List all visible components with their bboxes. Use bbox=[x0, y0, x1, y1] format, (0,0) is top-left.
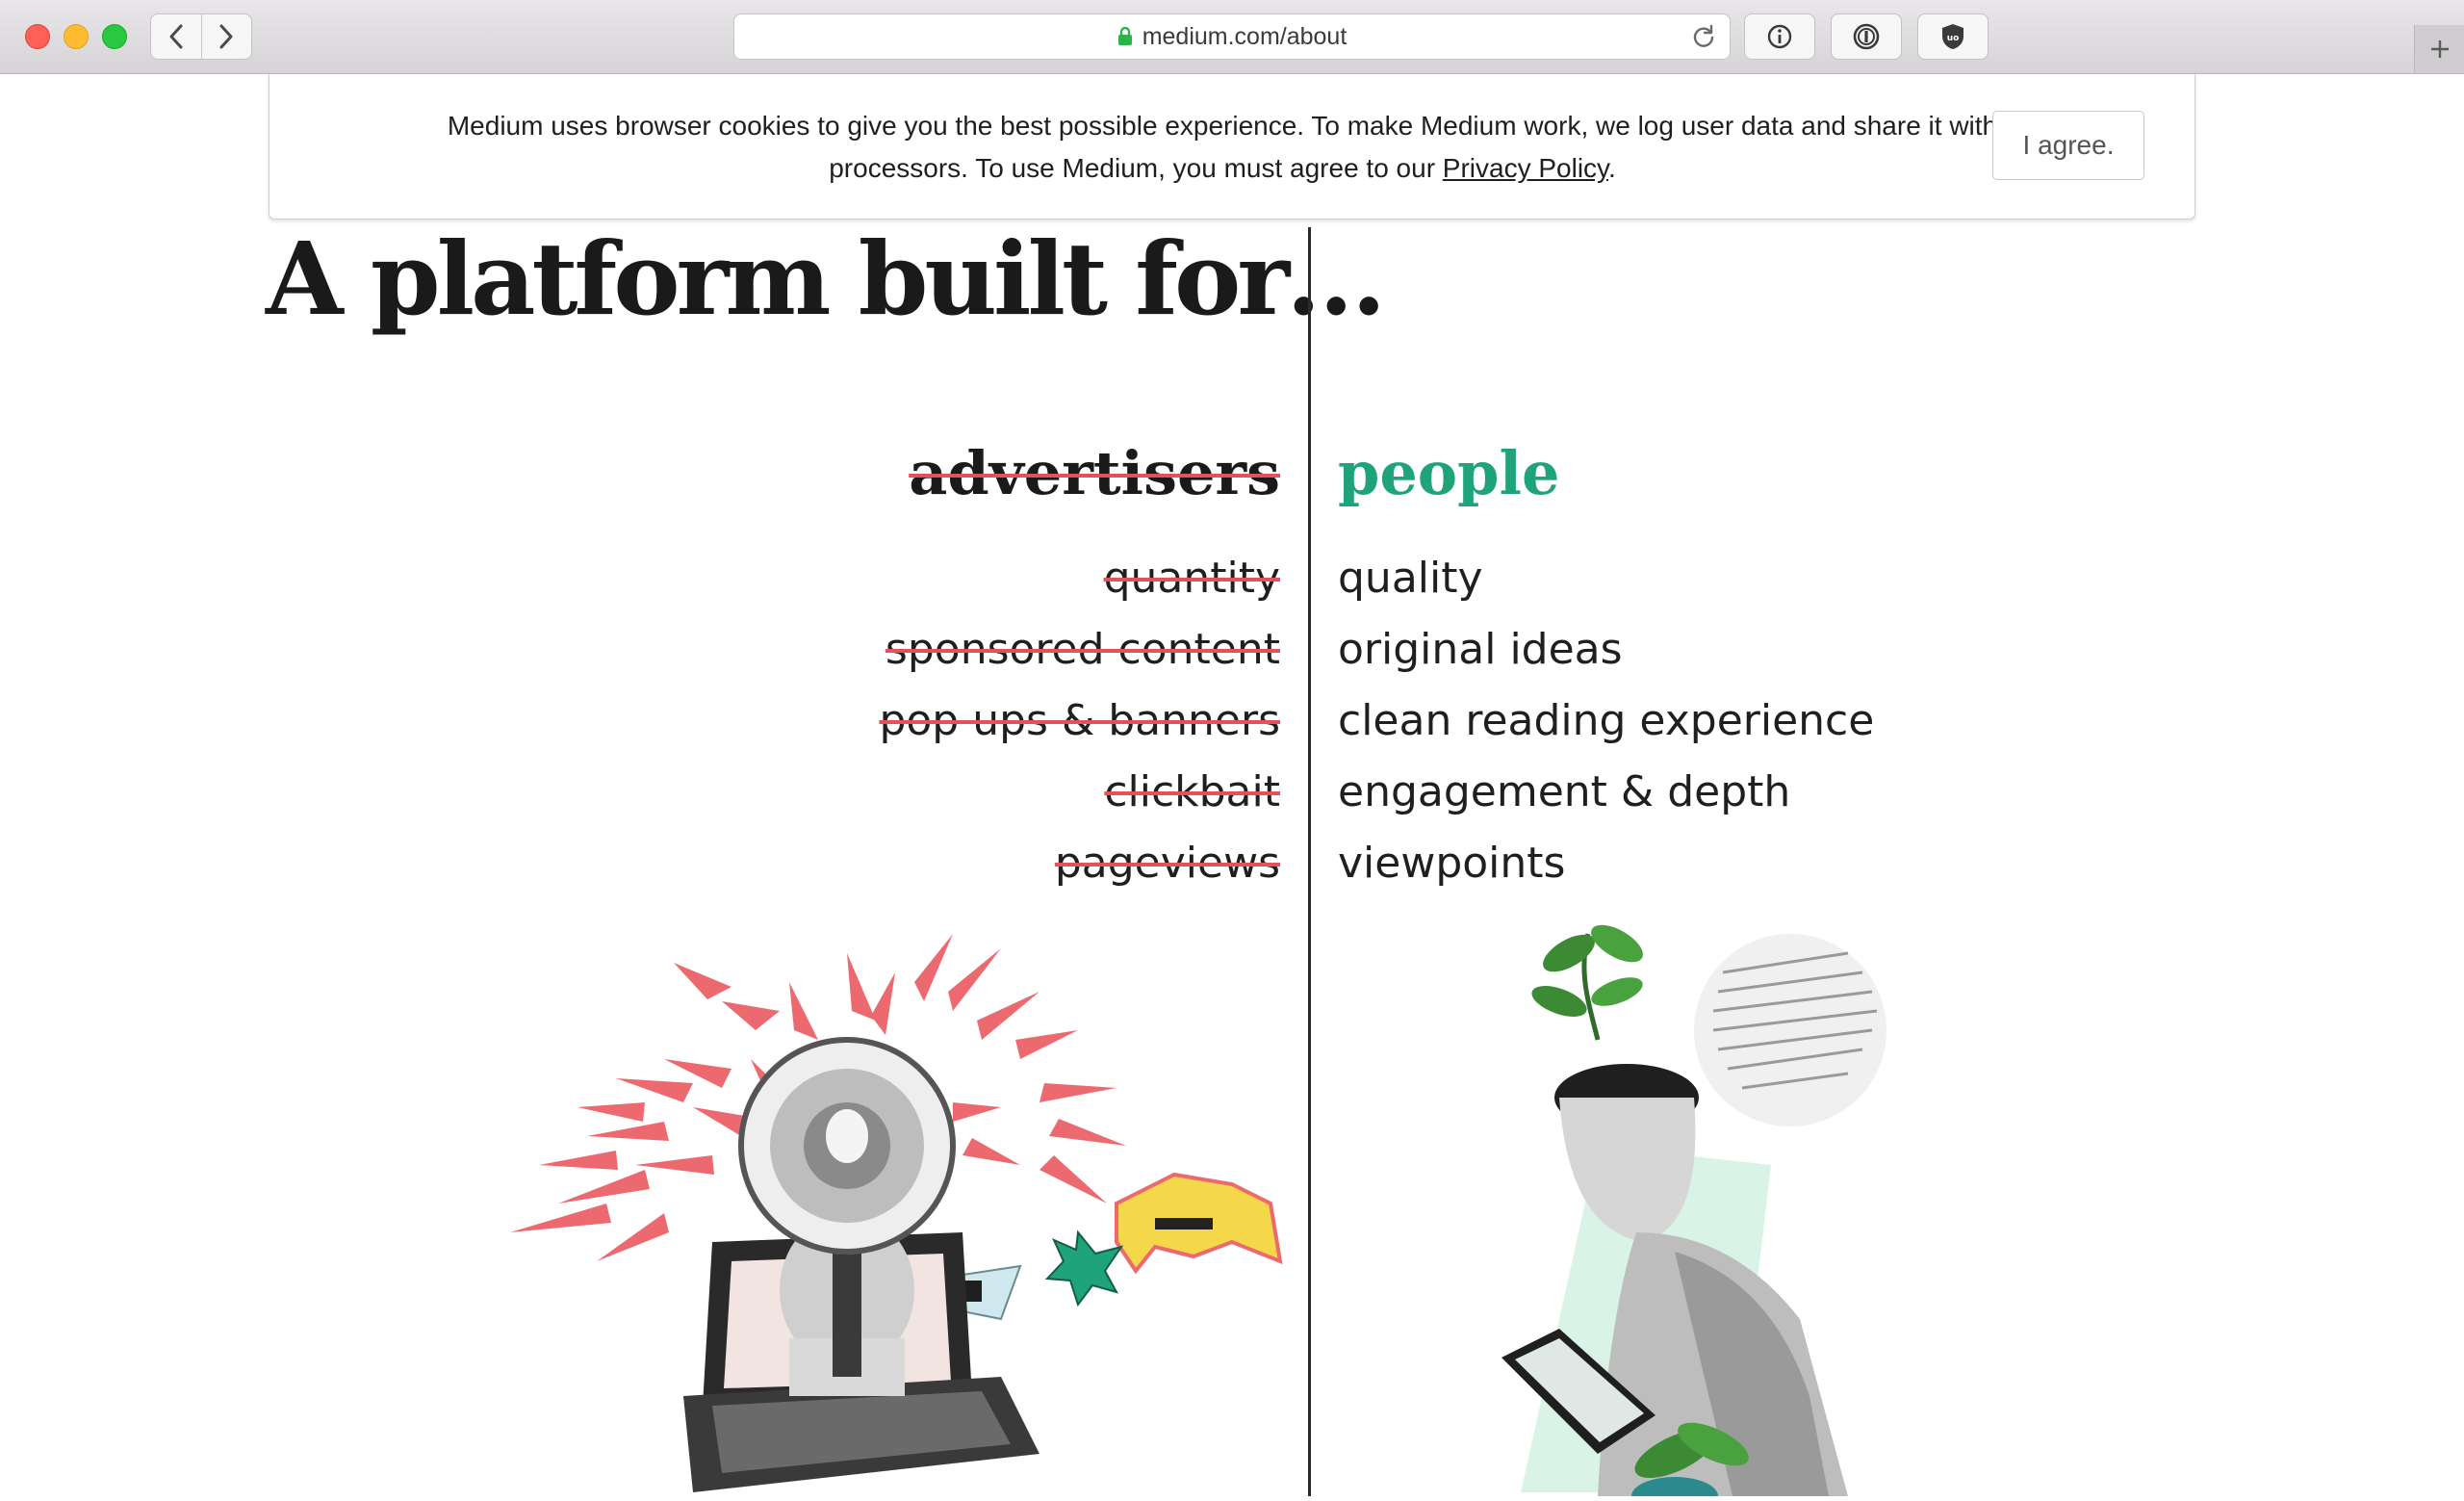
left-list-item: sponsored content bbox=[885, 625, 1280, 674]
left-list-item: quantity bbox=[1103, 554, 1280, 603]
browser-toolbar: medium.com/about uo bbox=[0, 0, 2464, 74]
forward-button[interactable] bbox=[200, 14, 252, 59]
privacy-policy-link[interactable]: Privacy Policy bbox=[1443, 153, 1608, 183]
reload-icon[interactable] bbox=[1691, 24, 1716, 56]
ublock-button[interactable]: uo bbox=[1917, 13, 1989, 60]
people-heading: people bbox=[1338, 438, 1560, 508]
right-list-item: original ideas bbox=[1338, 625, 1623, 674]
advertisers-column: advertisers quantity sponsored content p… bbox=[879, 435, 1280, 899]
zoom-window-button[interactable] bbox=[102, 24, 127, 49]
new-tab-button[interactable] bbox=[2414, 25, 2464, 73]
password-manager-icon bbox=[1853, 23, 1880, 50]
chevron-right-icon bbox=[219, 24, 233, 49]
megaphone-illustration bbox=[500, 915, 1290, 1501]
close-window-button[interactable] bbox=[25, 24, 50, 49]
info-icon bbox=[1767, 24, 1792, 49]
svg-text:uo: uo bbox=[1947, 34, 1960, 43]
cookie-message-line2: processors. To use Medium, you must agre… bbox=[308, 147, 2137, 190]
chevron-left-icon bbox=[169, 24, 183, 49]
back-button[interactable] bbox=[151, 14, 201, 59]
column-divider bbox=[1308, 227, 1311, 1496]
left-list-item: pop ups & banners bbox=[879, 696, 1280, 745]
url-text: medium.com/about bbox=[1142, 22, 1348, 50]
cookie-message-line1: Medium uses browser cookies to give you … bbox=[447, 111, 1998, 141]
password-manager-button[interactable] bbox=[1831, 13, 1902, 60]
reader-illustration bbox=[1482, 915, 1983, 1501]
address-bar[interactable]: medium.com/about bbox=[733, 13, 1731, 60]
left-list-item: clickbait bbox=[1104, 767, 1280, 816]
ublock-shield-icon: uo bbox=[1942, 24, 1964, 49]
cookie-banner: Medium uses browser cookies to give you … bbox=[269, 74, 2195, 220]
right-list-item: clean reading experience bbox=[1338, 696, 1875, 745]
cookie-message-period: . bbox=[1607, 153, 1616, 183]
lock-icon bbox=[1117, 27, 1133, 46]
cookie-message: Medium uses browser cookies to give you … bbox=[308, 105, 2137, 190]
history-nav bbox=[150, 13, 252, 60]
cookie-message-text: processors. To use Medium, you must agre… bbox=[829, 153, 1443, 183]
right-list-item: engagement & depth bbox=[1338, 767, 1791, 816]
right-list-item: viewpoints bbox=[1338, 839, 1566, 888]
page-title: A platform built for… bbox=[266, 220, 1386, 338]
info-button[interactable] bbox=[1744, 13, 1815, 60]
advertisers-heading: advertisers bbox=[909, 438, 1280, 508]
plus-icon bbox=[2431, 40, 2449, 58]
left-list-item: pageviews bbox=[1054, 839, 1280, 888]
agree-button[interactable]: I agree. bbox=[1992, 111, 2144, 180]
minimize-window-button[interactable] bbox=[64, 24, 89, 49]
people-column: people quality original ideas clean read… bbox=[1338, 435, 1874, 899]
right-list-item: quality bbox=[1338, 554, 1483, 603]
